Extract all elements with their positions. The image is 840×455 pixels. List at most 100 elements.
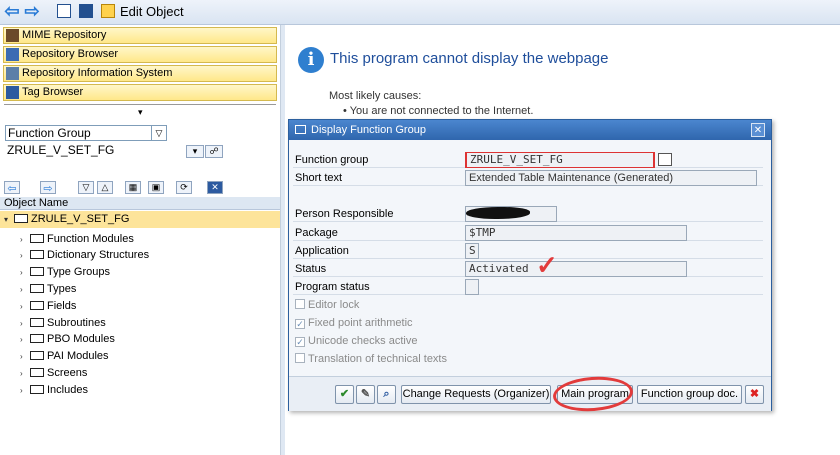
application-toolbar: ⇦ ⇨ Edit Object — [0, 0, 840, 25]
expand-triangle-icon[interactable]: › — [20, 248, 30, 264]
short-text-field[interactable]: Extended Table Maintenance (Generated) — [465, 170, 757, 186]
mime-repository-button[interactable]: MIME Repository — [3, 27, 277, 44]
error-causes: Most likely causes: — [329, 90, 422, 102]
status-field[interactable]: Activated — [465, 261, 687, 277]
back-arrow-icon[interactable]: ⇦ — [4, 2, 20, 20]
checkbox-checked-icon[interactable]: ✓ — [295, 337, 305, 347]
copy-icon[interactable] — [658, 153, 672, 166]
info-icon: i — [298, 47, 324, 73]
folder-icon — [30, 334, 44, 343]
expand-triangle-icon[interactable]: › — [20, 383, 30, 399]
folder-icon — [30, 318, 44, 327]
display-button[interactable]: ☍ — [205, 145, 223, 158]
back-icon[interactable]: ⇦ — [4, 181, 20, 195]
tree-item[interactable]: › Includes — [20, 382, 88, 398]
display-change-icon[interactable]: ✎ — [356, 385, 375, 404]
repository-info-system-button[interactable]: Repository Information System — [3, 65, 277, 82]
expand-triangle-icon[interactable]: › — [20, 299, 30, 315]
object-type-select[interactable]: Function Group ▽ — [5, 125, 167, 141]
status-label: Status — [295, 263, 327, 275]
function-group-field[interactable]: ZRULE_V_SET_FG — [465, 152, 655, 168]
editor-lock-checkbox[interactable]: Editor lock — [295, 297, 359, 313]
row-divider — [293, 242, 763, 259]
package-field[interactable]: $TMP — [465, 225, 687, 241]
tree-item[interactable]: › Dictionary Structures — [20, 247, 149, 263]
hierarchy-tool-icon[interactable]: ▦ — [125, 181, 141, 194]
tree-item[interactable]: › Subroutines — [20, 315, 106, 331]
expand-triangle-icon[interactable]: › — [20, 265, 30, 281]
info-icon[interactable] — [78, 3, 94, 19]
tree-column-header: Object Name — [0, 197, 280, 210]
window-icon — [295, 125, 306, 134]
checkbox-checked-icon[interactable]: ✓ — [295, 319, 305, 329]
application-label: Application — [295, 245, 349, 257]
tag-icon — [6, 86, 19, 99]
function-group-label: Function group — [295, 154, 369, 166]
object-navigator: MIME Repository Repository Browser Repos… — [0, 25, 281, 455]
tree-item[interactable]: › Screens — [20, 365, 87, 381]
dropdown-button[interactable]: ▾ — [186, 145, 204, 158]
folder-icon — [30, 267, 44, 276]
edit-object-icon[interactable] — [100, 3, 116, 19]
function-group-doc-button[interactable]: Function group doc. — [637, 385, 742, 404]
hierarchy-icon[interactable] — [56, 3, 72, 19]
forward-icon[interactable]: ⇨ — [40, 181, 56, 195]
person-responsible-label: Person Responsible — [295, 208, 394, 220]
collapse-icon[interactable]: ▽ — [78, 181, 94, 194]
close-tree-icon[interactable]: ✕ — [207, 181, 223, 194]
folder-icon — [30, 351, 44, 360]
expand-triangle-icon[interactable]: › — [20, 349, 30, 365]
redaction-mark — [466, 207, 530, 219]
tree-item[interactable]: › PAI Modules — [20, 348, 109, 364]
unicode-checks-checkbox[interactable]: ✓ Unicode checks active — [295, 333, 417, 349]
chevron-down-icon[interactable]: ▾ — [138, 107, 143, 118]
tree-item[interactable]: › Function Modules — [20, 231, 134, 247]
expand-icon[interactable]: △ — [97, 181, 113, 194]
mime-icon — [6, 29, 19, 42]
checkbox-unchecked-icon[interactable] — [295, 353, 305, 363]
folder-open-icon — [14, 214, 28, 223]
repository-icon — [6, 48, 19, 61]
annotation-check-icon: ✓ — [536, 250, 558, 280]
chevron-down-icon[interactable]: ▽ — [151, 126, 166, 140]
info-system-icon — [6, 67, 19, 80]
tree-item[interactable]: › Type Groups — [20, 264, 110, 280]
expand-triangle-icon[interactable]: › — [20, 232, 30, 248]
translation-checkbox[interactable]: Translation of technical texts — [295, 351, 447, 367]
short-text-label: Short text — [295, 172, 343, 184]
forward-arrow-icon[interactable]: ⇨ — [24, 2, 40, 20]
application-field[interactable]: S — [465, 243, 479, 259]
refresh-icon[interactable]: ⟳ — [176, 181, 192, 194]
expand-triangle-icon[interactable]: › — [20, 316, 30, 332]
close-icon[interactable]: ✕ — [751, 123, 765, 137]
tree-item[interactable]: › Fields — [20, 298, 76, 314]
error-title: This program cannot display the webpage — [330, 50, 609, 67]
dialog-title-bar[interactable]: Display Function Group ✕ — [289, 120, 771, 140]
search-icon[interactable]: ⌕ — [377, 385, 396, 404]
folder-icon — [30, 385, 44, 394]
tree-item[interactable]: › Types — [20, 281, 76, 297]
fixed-point-checkbox[interactable]: ✓ Fixed point arithmetic — [295, 315, 413, 331]
error-cause-item: • You are not connected to the Internet. — [343, 105, 534, 117]
expand-triangle-icon[interactable]: ▾ — [4, 211, 14, 228]
dialog-footer: ✔ ✎ ⌕ Change Requests (Organizer) Main p… — [289, 376, 771, 411]
expand-triangle-icon[interactable]: › — [20, 366, 30, 382]
expand-triangle-icon[interactable]: › — [20, 332, 30, 348]
settings-tool-icon[interactable]: ▣ — [148, 181, 164, 194]
program-status-field[interactable] — [465, 279, 479, 295]
object-name-input[interactable]: ZRULE_V_SET_FG — [5, 143, 185, 159]
tree-item[interactable]: › PBO Modules — [20, 331, 115, 347]
change-requests-button[interactable]: Change Requests (Organizer) — [401, 385, 551, 404]
folder-icon — [30, 234, 44, 243]
tree-root-node[interactable]: ▾ ZRULE_V_SET_FG — [0, 211, 280, 228]
expand-triangle-icon[interactable]: › — [20, 282, 30, 298]
tag-browser-button[interactable]: Tag Browser — [3, 84, 277, 101]
display-function-group-dialog: Display Function Group ✕ Function group … — [288, 119, 772, 411]
edit-object-button[interactable]: Edit Object — [120, 4, 184, 19]
package-label: Package — [295, 227, 338, 239]
folder-icon — [30, 368, 44, 377]
cancel-x-icon[interactable]: ✖ — [745, 385, 764, 404]
confirm-check-icon[interactable]: ✔ — [335, 385, 354, 404]
repository-browser-button[interactable]: Repository Browser — [3, 46, 277, 63]
checkbox-unchecked-icon[interactable] — [295, 299, 305, 309]
